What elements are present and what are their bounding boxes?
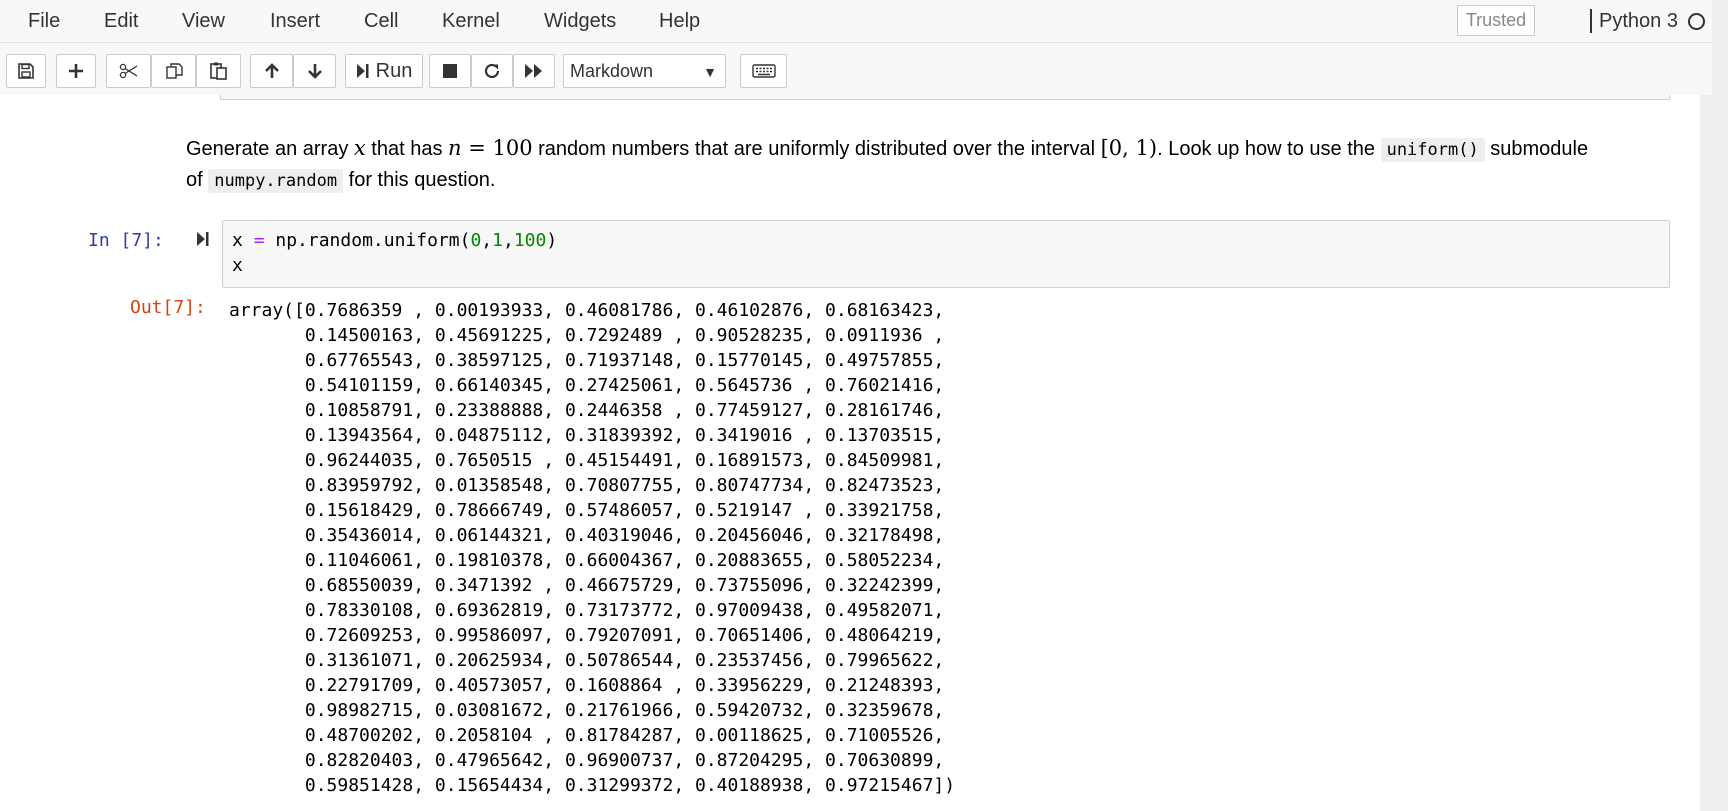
code-token: ): [546, 230, 558, 251]
output-line: 0.68550039, 0.3471392 , 0.46675729, 0.73…: [229, 575, 945, 596]
output-line: 0.59851428, 0.15654434, 0.31299372, 0.40…: [229, 775, 956, 796]
arrow-up-icon: [264, 63, 279, 78]
output-line: 0.96244035, 0.7650515 , 0.45154491, 0.16…: [229, 450, 945, 471]
run-icon: [356, 64, 369, 78]
toolbar: Run Markdown ▼: [0, 43, 1712, 95]
output-line: 0.98982715, 0.03081672, 0.21761966, 0.59…: [229, 700, 945, 721]
md-text: of: [186, 169, 209, 191]
copy-button[interactable]: [151, 54, 196, 88]
move-up-button[interactable]: [250, 54, 293, 88]
cut-button[interactable]: [106, 54, 151, 88]
run-button[interactable]: Run: [345, 54, 423, 88]
md-text: . Look up how to use the: [1157, 138, 1381, 160]
plus-icon: [69, 64, 83, 78]
menu-edit[interactable]: Edit: [104, 10, 138, 33]
math-equation: = 100: [461, 136, 533, 160]
menu-help[interactable]: Help: [659, 10, 700, 33]
inline-code-numpy-random: numpy.random: [208, 169, 344, 193]
paste-icon: [209, 62, 227, 80]
arrow-down-icon: [307, 64, 322, 79]
code-token: ,: [481, 230, 493, 251]
code-number: 0: [470, 230, 482, 251]
output-line: 0.48700202, 0.2058104 , 0.81784287, 0.00…: [229, 725, 945, 746]
menu-kernel[interactable]: Kernel: [442, 10, 500, 33]
menu-cell[interactable]: Cell: [364, 10, 398, 33]
scrollbar-track[interactable]: [1700, 95, 1728, 811]
paste-button[interactable]: [196, 54, 241, 88]
menu-widgets[interactable]: Widgets: [544, 10, 616, 33]
output-line: array([0.7686359 , 0.00193933, 0.4608178…: [229, 300, 945, 321]
interrupt-button[interactable]: [429, 54, 471, 88]
move-down-button[interactable]: [293, 54, 336, 88]
trusted-indicator[interactable]: Trusted: [1457, 5, 1535, 36]
kernel-separator: [1590, 9, 1592, 33]
command-palette-button[interactable]: [740, 54, 787, 88]
code-token: np.random.uniform(: [264, 230, 471, 251]
code-number: 1: [492, 230, 503, 251]
md-text: for this question.: [343, 169, 496, 191]
copy-icon: [165, 63, 183, 79]
output-line: 0.83959792, 0.01358548, 0.70807755, 0.80…: [229, 475, 945, 496]
notebook-container: Generate an array x that has n = 100 ran…: [0, 95, 1700, 811]
output-line: 0.15618429, 0.78666749, 0.57486057, 0.52…: [229, 500, 945, 521]
output-line: 0.54101159, 0.66140345, 0.27425061, 0.56…: [229, 375, 945, 396]
caret-down-icon: ▼: [703, 64, 717, 80]
run-cell-button[interactable]: [196, 230, 210, 253]
code-operator: =: [253, 230, 265, 251]
restart-run-all-button[interactable]: [513, 54, 555, 88]
markdown-cell[interactable]: Generate an array x that has n = 100 ran…: [186, 133, 1666, 196]
output-prompt: Out[7]:: [130, 297, 206, 318]
fast-forward-icon: [525, 64, 542, 78]
md-text: submodule: [1484, 138, 1589, 160]
output-line: 0.13943564, 0.04875112, 0.31839392, 0.34…: [229, 425, 945, 446]
menu-file[interactable]: File: [28, 10, 60, 33]
md-text: that has: [365, 138, 448, 160]
output-line: 0.82820403, 0.47965642, 0.96900737, 0.87…: [229, 750, 945, 771]
code-input-area[interactable]: x = np.random.uniform(0,1,100) x: [222, 220, 1670, 288]
output-line: 0.31361071, 0.20625934, 0.50786544, 0.23…: [229, 650, 945, 671]
cell-type-select[interactable]: Markdown ▼: [563, 54, 726, 88]
md-text: random numbers that are uniformly distri…: [532, 138, 1101, 160]
code-line-1: x = np.random.uniform(0,1,100): [232, 230, 557, 251]
run-cell-icon: [197, 232, 209, 246]
stop-icon: [443, 64, 457, 78]
math-interval: [0, 1): [1100, 136, 1158, 160]
previous-cell-edge: [220, 95, 1670, 100]
output-line: 0.72609253, 0.99586097, 0.79207091, 0.70…: [229, 625, 945, 646]
run-label: Run: [375, 59, 413, 82]
cell-type-value: Markdown: [570, 60, 654, 81]
menu-view[interactable]: View: [182, 10, 225, 33]
code-token: ,: [502, 230, 514, 251]
restart-button[interactable]: [471, 54, 513, 88]
output-line: 0.78330108, 0.69362819, 0.73173772, 0.97…: [229, 600, 945, 621]
math-var-n: n: [448, 136, 462, 160]
save-icon: [18, 63, 34, 79]
save-button[interactable]: [6, 54, 46, 88]
output-line: 0.67765543, 0.38597125, 0.71937148, 0.15…: [229, 350, 945, 371]
kernel-idle-icon: [1688, 13, 1705, 30]
output-line: 0.11046061, 0.19810378, 0.66004367, 0.20…: [229, 550, 945, 571]
restart-icon: [484, 63, 500, 79]
output-line: 0.35436014, 0.06144321, 0.40319046, 0.20…: [229, 525, 945, 546]
math-var-x: x: [353, 136, 366, 160]
output-line: 0.22791709, 0.40573057, 0.1608864 , 0.33…: [229, 675, 945, 696]
output-line: 0.14500163, 0.45691225, 0.7292489 , 0.90…: [229, 325, 945, 346]
keyboard-icon: [751, 64, 776, 78]
menu-insert[interactable]: Insert: [270, 10, 320, 33]
code-line-2: x: [232, 255, 243, 276]
kernel-name[interactable]: Python 3: [1599, 10, 1678, 33]
menu-bar: File Edit View Insert Cell Kernel Widget…: [0, 0, 1712, 43]
inline-code-uniform: uniform(): [1380, 138, 1485, 162]
scissors-icon: [119, 63, 137, 79]
output-line: 0.10858791, 0.23388888, 0.2446358 , 0.77…: [229, 400, 945, 421]
insert-cell-button[interactable]: [56, 54, 96, 88]
code-number: 100: [513, 230, 547, 251]
input-prompt: In [7]:: [88, 230, 164, 251]
output-area: array([0.7686359 , 0.00193933, 0.4608178…: [229, 298, 1629, 798]
code-token: x: [232, 230, 254, 251]
md-text: Generate an array: [186, 138, 354, 160]
